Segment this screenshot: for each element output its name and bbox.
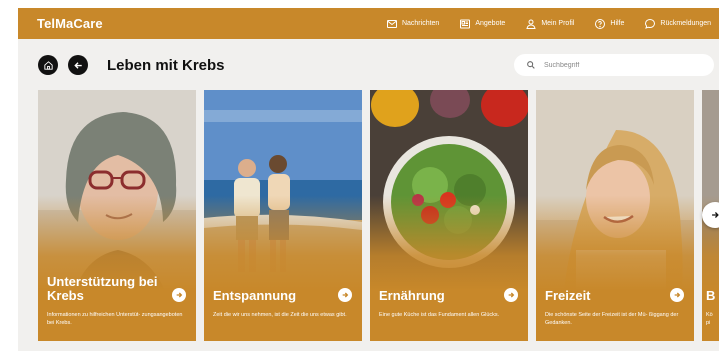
card-title: Unterstützung bei Krebs xyxy=(47,274,158,303)
card-arrow-button[interactable] xyxy=(172,288,186,302)
arrow-right-icon xyxy=(674,292,681,298)
search-box[interactable] xyxy=(514,54,714,76)
arrow-right-icon xyxy=(342,292,349,298)
search-input[interactable] xyxy=(544,61,694,69)
card-freizeit[interactable]: Freizeit Die schönste Seite der Freizeit… xyxy=(536,90,694,341)
card-title: Ernährung xyxy=(379,288,445,303)
card-overlay xyxy=(38,90,196,341)
arrow-left-icon xyxy=(73,61,82,69)
app-logo[interactable]: TelMaCare xyxy=(37,16,103,31)
card-description: Informationen zu hilfreichen Unterstüt- … xyxy=(47,312,183,326)
arrow-right-icon xyxy=(508,292,515,298)
card-ernaehrung[interactable]: Ernährung Eine gute Küche ist das Fundam… xyxy=(370,90,528,341)
nav-label: Rückmeldungen xyxy=(660,20,711,27)
card-title: Freizeit xyxy=(545,288,591,303)
card-overlay xyxy=(204,90,362,341)
arrow-right-icon xyxy=(712,212,719,218)
nav-label: Angebote xyxy=(475,20,506,27)
nav-item-rueckmeldungen[interactable]: Rückmeldungen xyxy=(644,18,711,30)
search-icon xyxy=(527,61,535,69)
header-bar: TelMaCare Nachrichten Angebote Mein Prof… xyxy=(18,8,719,39)
card-title: Entspannung xyxy=(213,288,297,303)
card-overlay xyxy=(536,90,694,341)
card-description: Die schönste Seite der Freizeit ist der … xyxy=(545,312,679,326)
help-icon xyxy=(595,18,606,29)
chat-icon xyxy=(645,18,656,29)
card-description: Eine gute Küche ist das Fundament allen … xyxy=(379,312,500,318)
card-description: Kö pi xyxy=(706,312,713,326)
card-unterstuetzung[interactable]: Unterstützung bei Krebs Informationen zu… xyxy=(38,90,196,341)
card-arrow-button[interactable] xyxy=(504,288,518,302)
back-button[interactable] xyxy=(68,55,88,75)
user-icon xyxy=(526,19,536,29)
card-arrow-button[interactable] xyxy=(670,288,684,302)
nav-item-nachrichten[interactable]: Nachrichten xyxy=(386,18,439,30)
card-entspannung[interactable]: Entspannung Zeit die wir uns nehmen, ist… xyxy=(204,90,362,341)
nav-item-mein-profil[interactable]: Mein Profil xyxy=(525,18,574,30)
page-title: Leben mit Krebs xyxy=(107,57,225,74)
nav-label: Hilfe xyxy=(610,20,625,27)
nav-item-angebote[interactable]: Angebote xyxy=(459,18,505,30)
arrow-right-icon xyxy=(176,292,183,298)
home-icon xyxy=(43,60,53,70)
top-nav: Nachrichten Angebote Mein Profil Hilfe R… xyxy=(366,8,711,39)
card-arrow-button[interactable] xyxy=(338,288,352,302)
card-description: Zeit die wir uns nehmen, ist die Zeit di… xyxy=(213,312,347,318)
home-button[interactable] xyxy=(38,55,58,75)
nav-label: Nachrichten xyxy=(401,20,440,27)
nav-label: Mein Profil xyxy=(541,20,575,27)
newspaper-icon xyxy=(460,19,471,28)
mail-icon xyxy=(386,19,397,28)
app-window: TelMaCare Nachrichten Angebote Mein Prof… xyxy=(18,8,719,351)
card-title: B xyxy=(706,288,716,303)
nav-item-hilfe[interactable]: Hilfe xyxy=(594,18,624,30)
card-overlay xyxy=(370,90,528,341)
